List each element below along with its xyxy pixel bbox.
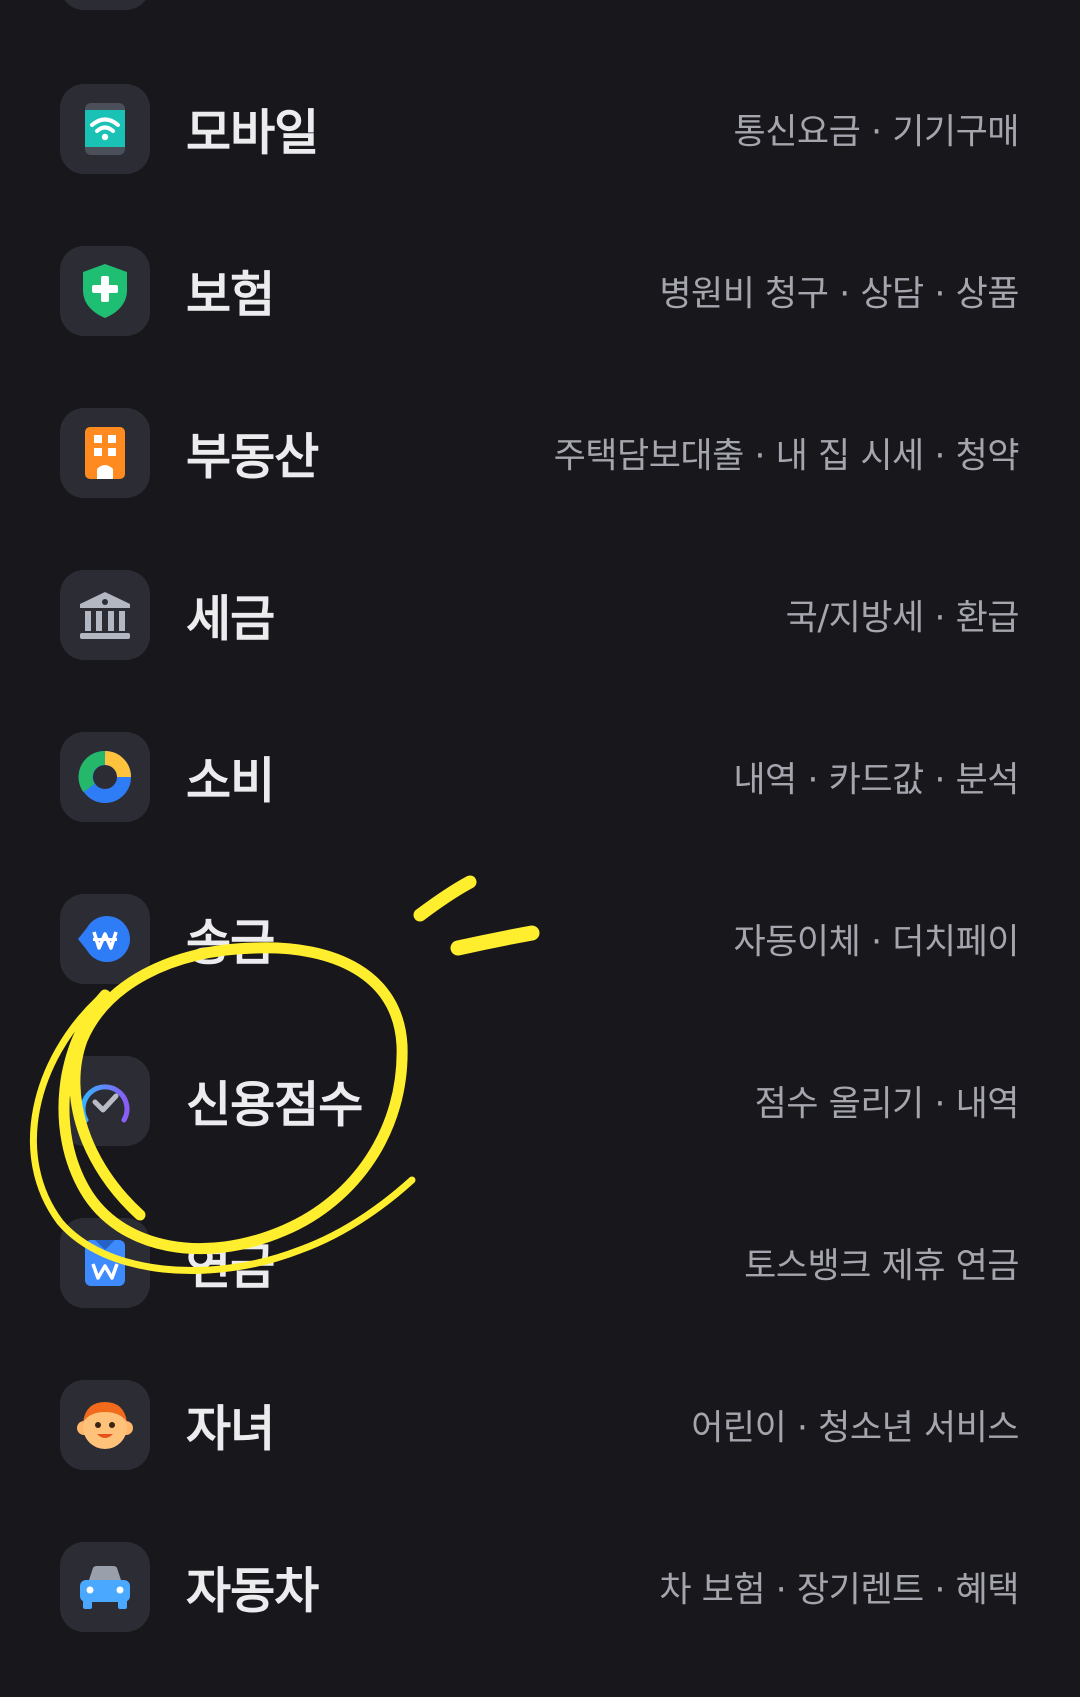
menu-item-title: 자동차: [186, 1562, 319, 1620]
won-transfer-icon: [60, 894, 150, 984]
menu-item-subtitle: 통신요금 · 기기구매: [733, 112, 1020, 153]
menu-item-mobile[interactable]: 모바일 통신요금 · 기기구매: [0, 48, 1080, 210]
bank-icon: [60, 570, 150, 660]
menu-item-title: 보험: [186, 266, 275, 324]
menu-item-title: 모바일: [186, 104, 319, 162]
service-menu-list: 모바일 통신요금 · 기기구매 보험 병원비 청구 · 상담 · 상품 부동산 …: [0, 48, 1080, 1668]
menu-item-subtitle: 병원비 청구 · 상담 · 상품: [659, 274, 1019, 315]
menu-item-subtitle: 차 보험 · 장기렌트 · 혜택: [659, 1570, 1019, 1611]
menu-item-tax[interactable]: 세금 국/지방세 · 환급: [0, 534, 1080, 696]
menu-item-credit-score[interactable]: 신용점수 점수 올리기 · 내역: [0, 1020, 1080, 1182]
menu-item-title: 신용점수: [186, 1076, 363, 1134]
credit-gauge-icon: [60, 1056, 150, 1146]
child-face-icon: [60, 1380, 150, 1470]
donut-chart-icon: [60, 732, 150, 822]
menu-item-subtitle: 어린이 · 청소년 서비스: [691, 1408, 1019, 1449]
menu-item-title: 부동산: [186, 428, 319, 486]
menu-item-subtitle: 점수 올리기 · 내역: [754, 1084, 1020, 1125]
menu-item-subtitle: 국/지방세 · 환급: [785, 598, 1020, 639]
menu-item-transfer[interactable]: 송금 자동이체 · 더치페이: [0, 858, 1080, 1020]
menu-item-spending[interactable]: 소비 내역 · 카드값 · 분석: [0, 696, 1080, 858]
menu-item-real-estate[interactable]: 부동산 주택담보대출 · 내 집 시세 · 청약: [0, 372, 1080, 534]
menu-item-title: 송금: [186, 914, 275, 972]
menu-item-car[interactable]: 자동차 차 보험 · 장기렌트 · 혜택: [0, 1506, 1080, 1668]
menu-item-children[interactable]: 자녀 어린이 · 청소년 서비스: [0, 1344, 1080, 1506]
menu-item-title: 세금: [186, 590, 275, 648]
menu-item-title: 자녀: [186, 1400, 275, 1458]
menu-item-pension[interactable]: 연금 토스뱅크 제휴 연금: [0, 1182, 1080, 1344]
wifi-phone-icon: [60, 84, 150, 174]
partial-icon-tile: [60, 0, 150, 10]
menu-item-subtitle: 내역 · 카드값 · 분석: [733, 760, 1019, 801]
menu-item-insurance[interactable]: 보험 병원비 청구 · 상담 · 상품: [0, 210, 1080, 372]
shield-plus-icon: [60, 246, 150, 336]
menu-item-subtitle: 자동이체 · 더치페이: [733, 922, 1020, 963]
building-icon: [60, 408, 150, 498]
menu-item-subtitle: 토스뱅크 제휴 연금: [744, 1246, 1019, 1287]
menu-item-subtitle: 주택담보대출 · 내 집 시세 · 청약: [553, 436, 1020, 477]
menu-item-title: 연금: [186, 1238, 275, 1296]
menu-item-title: 소비: [186, 752, 275, 810]
pension-icon: [60, 1218, 150, 1308]
car-icon: [60, 1542, 150, 1632]
